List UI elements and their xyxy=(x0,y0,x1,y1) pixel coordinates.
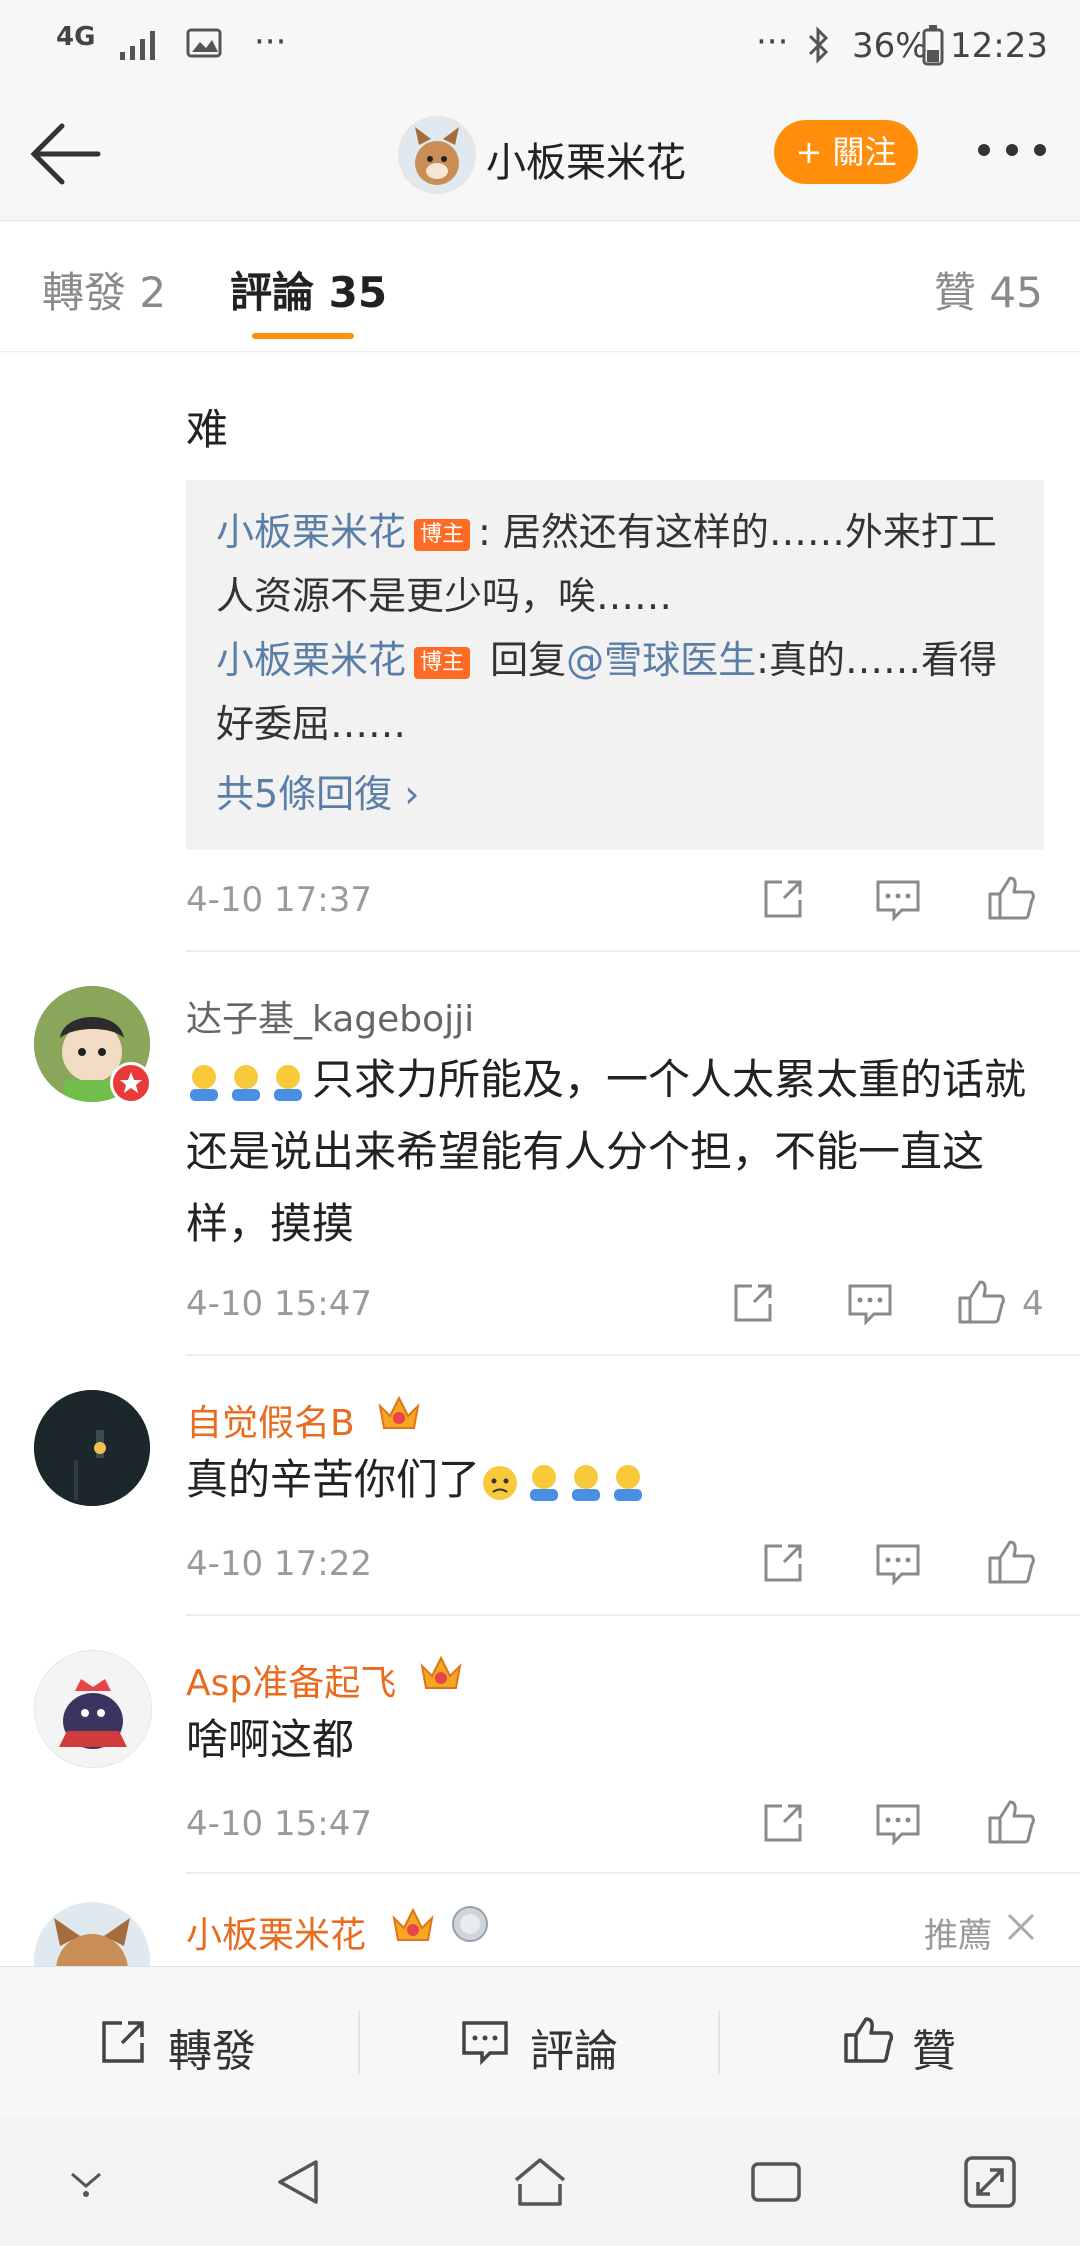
comment-label: 評論 xyxy=(530,2026,618,2077)
hug-emoji-icon xyxy=(186,1063,222,1103)
tab-comments[interactable]: 評論 35 xyxy=(230,259,387,320)
bottom-action-bar: 轉發 評論 贊 xyxy=(0,1966,1080,2119)
verified-badge-icon xyxy=(110,1062,152,1104)
user-avatar[interactable] xyxy=(34,1390,150,1506)
share-icon[interactable] xyxy=(760,876,806,922)
comment-icon[interactable] xyxy=(874,1802,922,1846)
chevron-down-icon[interactable] xyxy=(64,2164,108,2200)
hug-emoji-icon xyxy=(270,1063,306,1103)
vip-crown-icon xyxy=(390,1904,436,1946)
vip-crown-icon xyxy=(418,1652,464,1694)
comment-icon[interactable] xyxy=(846,1282,894,1326)
like-icon[interactable] xyxy=(986,874,1036,922)
reply-user[interactable]: 小板栗米花 xyxy=(216,638,406,682)
author-name[interactable]: 小板栗米花 xyxy=(486,130,686,188)
network-type: 4G xyxy=(56,22,96,52)
comment-divider xyxy=(186,950,1080,952)
notification-more: ··· xyxy=(254,22,287,62)
author-avatar[interactable] xyxy=(398,116,476,194)
tab-likes[interactable]: 贊 45 xyxy=(934,259,1043,320)
like-count: 4 xyxy=(1022,1284,1044,1324)
comment-username[interactable]: 自觉假名B xyxy=(186,1394,355,1446)
comment-username[interactable]: Asp准备起飞 xyxy=(186,1654,396,1706)
more-options-icon[interactable] xyxy=(976,142,1048,158)
battery-icon xyxy=(922,24,944,66)
reply-prefix: 回复 xyxy=(478,638,567,682)
vip-crown-icon xyxy=(376,1392,422,1434)
battery-percent: 36% xyxy=(852,26,928,66)
reply-item: 小板栗米花 博主: 居然还有这样的……外来打工人资源不是更少吗，唉…… xyxy=(216,500,1016,628)
reply-user[interactable]: 小板栗米花 xyxy=(216,510,406,554)
nav-back-icon[interactable] xyxy=(272,2154,324,2210)
comment-time: 4-10 17:22 xyxy=(186,1544,372,1584)
hug-emoji-icon xyxy=(610,1463,646,1503)
medal-icon xyxy=(450,1904,490,1944)
expand-icon[interactable] xyxy=(962,2154,1018,2210)
clock: 12:23 xyxy=(950,26,1048,66)
comment-icon[interactable] xyxy=(874,878,922,922)
comment-username[interactable]: 小板栗米花 xyxy=(186,1906,366,1958)
follow-button[interactable]: + 關注 xyxy=(774,120,918,184)
comment-time: 4-10 15:47 xyxy=(186,1804,372,1844)
comment-text: 真的辛苦你们了 xyxy=(186,1444,652,1516)
hug-emoji-icon xyxy=(526,1463,562,1503)
reply-thread[interactable]: 小板栗米花 博主: 居然还有这样的……外来打工人资源不是更少吗，唉…… 小板栗米花… xyxy=(186,480,1044,850)
host-badge: 博主 xyxy=(414,646,471,679)
recommend-label: 推薦 xyxy=(924,1916,992,1956)
hug-emoji-icon xyxy=(228,1063,264,1103)
comment-button[interactable]: 評論 xyxy=(360,1967,718,2119)
comment-text: 啥啊这都 xyxy=(186,1715,355,1764)
like-button[interactable]: 贊 xyxy=(720,1967,1080,2119)
share-icon[interactable] xyxy=(760,1800,806,1846)
reply-item: 小板栗米花 博主 回复@雪球医生:真的……看得好委屈…… xyxy=(216,628,1016,756)
comment-icon xyxy=(460,2019,510,2065)
user-avatar[interactable] xyxy=(34,1650,152,1768)
comment-divider xyxy=(186,1614,1080,1616)
back-arrow-icon[interactable] xyxy=(28,116,104,192)
share-icon[interactable] xyxy=(730,1280,776,1326)
sad-emoji-icon xyxy=(480,1463,520,1503)
nav-home-icon[interactable] xyxy=(510,2154,570,2210)
like-icon xyxy=(842,2015,894,2065)
nav-recent-apps-icon[interactable] xyxy=(748,2156,804,2208)
repost-button[interactable]: 轉發 xyxy=(0,1967,358,2119)
tab-bar: 轉發 2 評論 35 贊 45 xyxy=(0,221,1080,352)
repost-icon xyxy=(98,2017,148,2067)
share-icon[interactable] xyxy=(760,1540,806,1586)
comment-username[interactable]: 达子基_kagebojji xyxy=(186,990,474,1042)
host-badge: 博主 xyxy=(414,518,471,551)
comment-time: 4-10 17:37 xyxy=(186,880,372,920)
comment-icon[interactable] xyxy=(874,1542,922,1586)
image-icon xyxy=(186,28,222,58)
signal-icon xyxy=(118,26,162,62)
comment-divider xyxy=(186,1872,1080,1874)
view-all-replies-link[interactable]: 共5條回復 › xyxy=(216,762,419,826)
like-icon[interactable] xyxy=(986,1798,1036,1846)
close-icon[interactable] xyxy=(1004,1910,1038,1944)
status-more: ··· xyxy=(756,22,789,62)
comment-time: 4-10 15:47 xyxy=(186,1284,372,1324)
comment-text-line: 难 xyxy=(186,405,229,454)
mention-link[interactable]: @雪球医生 xyxy=(566,638,756,682)
like-icon[interactable] xyxy=(986,1538,1036,1586)
status-bar: 4G ··· ··· 36% 12:23 xyxy=(0,0,1080,92)
tab-reposts[interactable]: 轉發 2 xyxy=(42,259,166,320)
active-tab-indicator xyxy=(252,333,354,339)
bluetooth-icon xyxy=(804,24,832,66)
system-nav-bar xyxy=(0,2118,1080,2246)
comment-divider xyxy=(186,1354,1080,1356)
comment-text: 只求力所能及，一个人太累太重的话就还是说出来希望能有人分个担，不能一直这样，摸摸 xyxy=(186,1055,1027,1248)
top-nav-bar: 小板栗米花 + 關注 xyxy=(0,92,1080,221)
repost-label: 轉發 xyxy=(168,2026,256,2077)
like-icon[interactable] xyxy=(956,1278,1006,1326)
hug-emoji-icon xyxy=(568,1463,604,1503)
like-label: 贊 xyxy=(912,2026,956,2077)
